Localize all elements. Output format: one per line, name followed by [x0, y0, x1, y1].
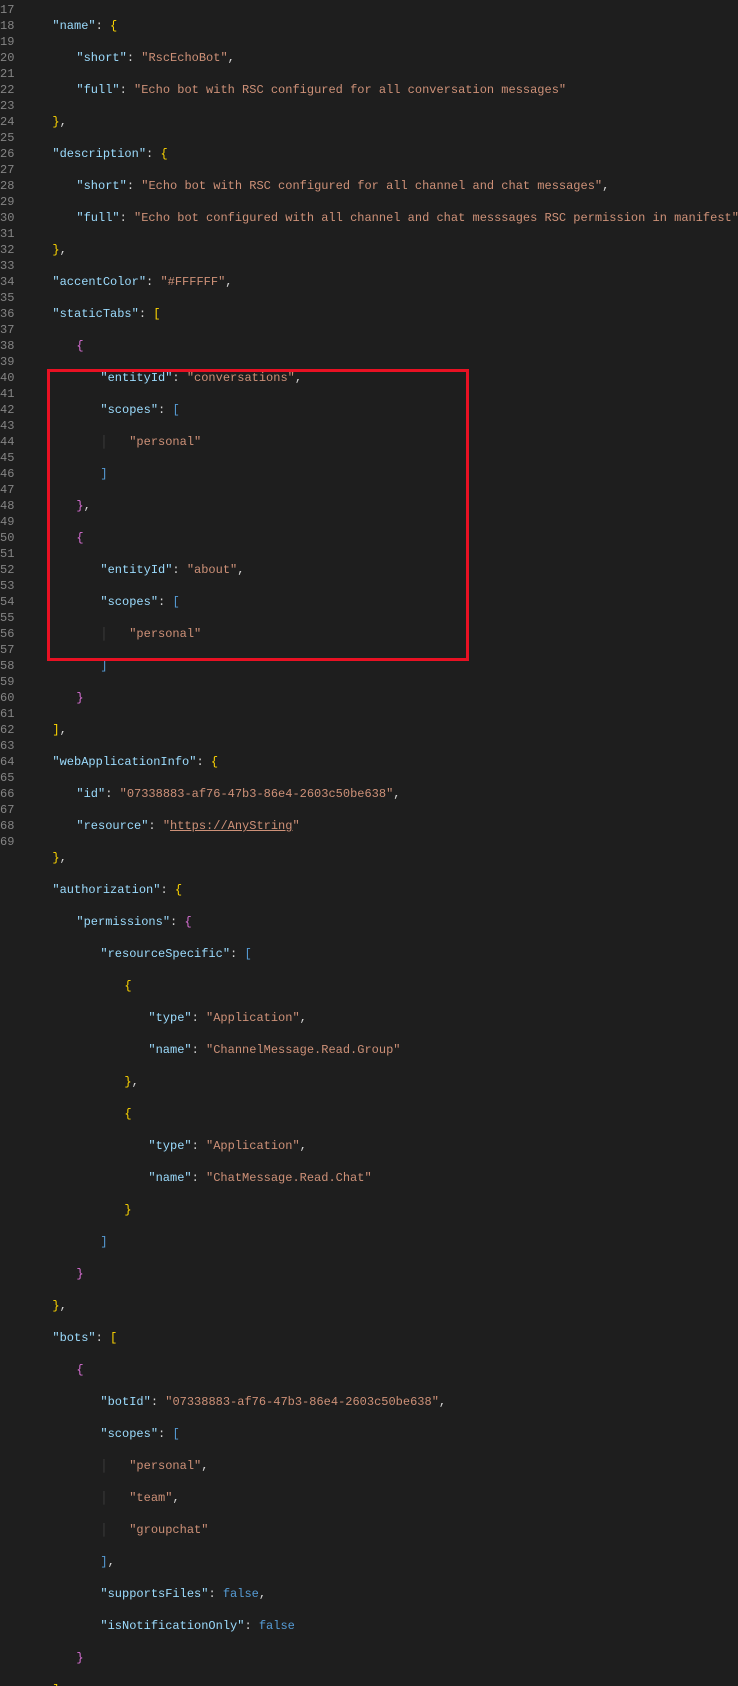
- line-number: 42: [0, 402, 14, 418]
- line-number: 47: [0, 482, 14, 498]
- line-number: 37: [0, 322, 14, 338]
- line-number: 65: [0, 770, 14, 786]
- line-number: 63: [0, 738, 14, 754]
- code-content[interactable]: "name": { "short": "RscEchoBot", "full":…: [28, 0, 738, 843]
- line-number: 56: [0, 626, 14, 642]
- line-number: 22: [0, 82, 14, 98]
- line-number: 32: [0, 242, 14, 258]
- line-number: 62: [0, 722, 14, 738]
- line-number: 43: [0, 418, 14, 434]
- line-number: 55: [0, 610, 14, 626]
- line-number: 28: [0, 178, 14, 194]
- line-number: 18: [0, 18, 14, 34]
- line-number: 23: [0, 98, 14, 114]
- line-number: 46: [0, 466, 14, 482]
- line-number: 61: [0, 706, 14, 722]
- line-number: 44: [0, 434, 14, 450]
- line-number: 52: [0, 562, 14, 578]
- line-number: 58: [0, 658, 14, 674]
- line-number: 29: [0, 194, 14, 210]
- line-number: 53: [0, 578, 14, 594]
- line-number: 31: [0, 226, 14, 242]
- line-number: 36: [0, 306, 14, 322]
- line-number: 69: [0, 834, 14, 850]
- line-number: 48: [0, 498, 14, 514]
- line-number: 30: [0, 210, 14, 226]
- line-number: 27: [0, 162, 14, 178]
- line-number: 19: [0, 34, 14, 50]
- line-number: 38: [0, 338, 14, 354]
- line-number: 64: [0, 754, 14, 770]
- code-editor[interactable]: 1718192021222324252627282930313233343536…: [0, 0, 738, 843]
- line-number: 26: [0, 146, 14, 162]
- line-number: 54: [0, 594, 14, 610]
- line-number: 20: [0, 50, 14, 66]
- line-number: 49: [0, 514, 14, 530]
- line-number: 17: [0, 2, 14, 18]
- line-number: 66: [0, 786, 14, 802]
- line-number: 41: [0, 386, 14, 402]
- line-number-gutter: 1718192021222324252627282930313233343536…: [0, 0, 28, 843]
- line-number: 35: [0, 290, 14, 306]
- line-number: 50: [0, 530, 14, 546]
- line-number: 51: [0, 546, 14, 562]
- line-number: 34: [0, 274, 14, 290]
- line-number: 60: [0, 690, 14, 706]
- line-number: 33: [0, 258, 14, 274]
- line-number: 21: [0, 66, 14, 82]
- line-number: 67: [0, 802, 14, 818]
- line-number: 25: [0, 130, 14, 146]
- line-number: 59: [0, 674, 14, 690]
- line-number: 40: [0, 370, 14, 386]
- line-number: 68: [0, 818, 14, 834]
- line-number: 57: [0, 642, 14, 658]
- line-number: 24: [0, 114, 14, 130]
- line-number: 45: [0, 450, 14, 466]
- line-number: 39: [0, 354, 14, 370]
